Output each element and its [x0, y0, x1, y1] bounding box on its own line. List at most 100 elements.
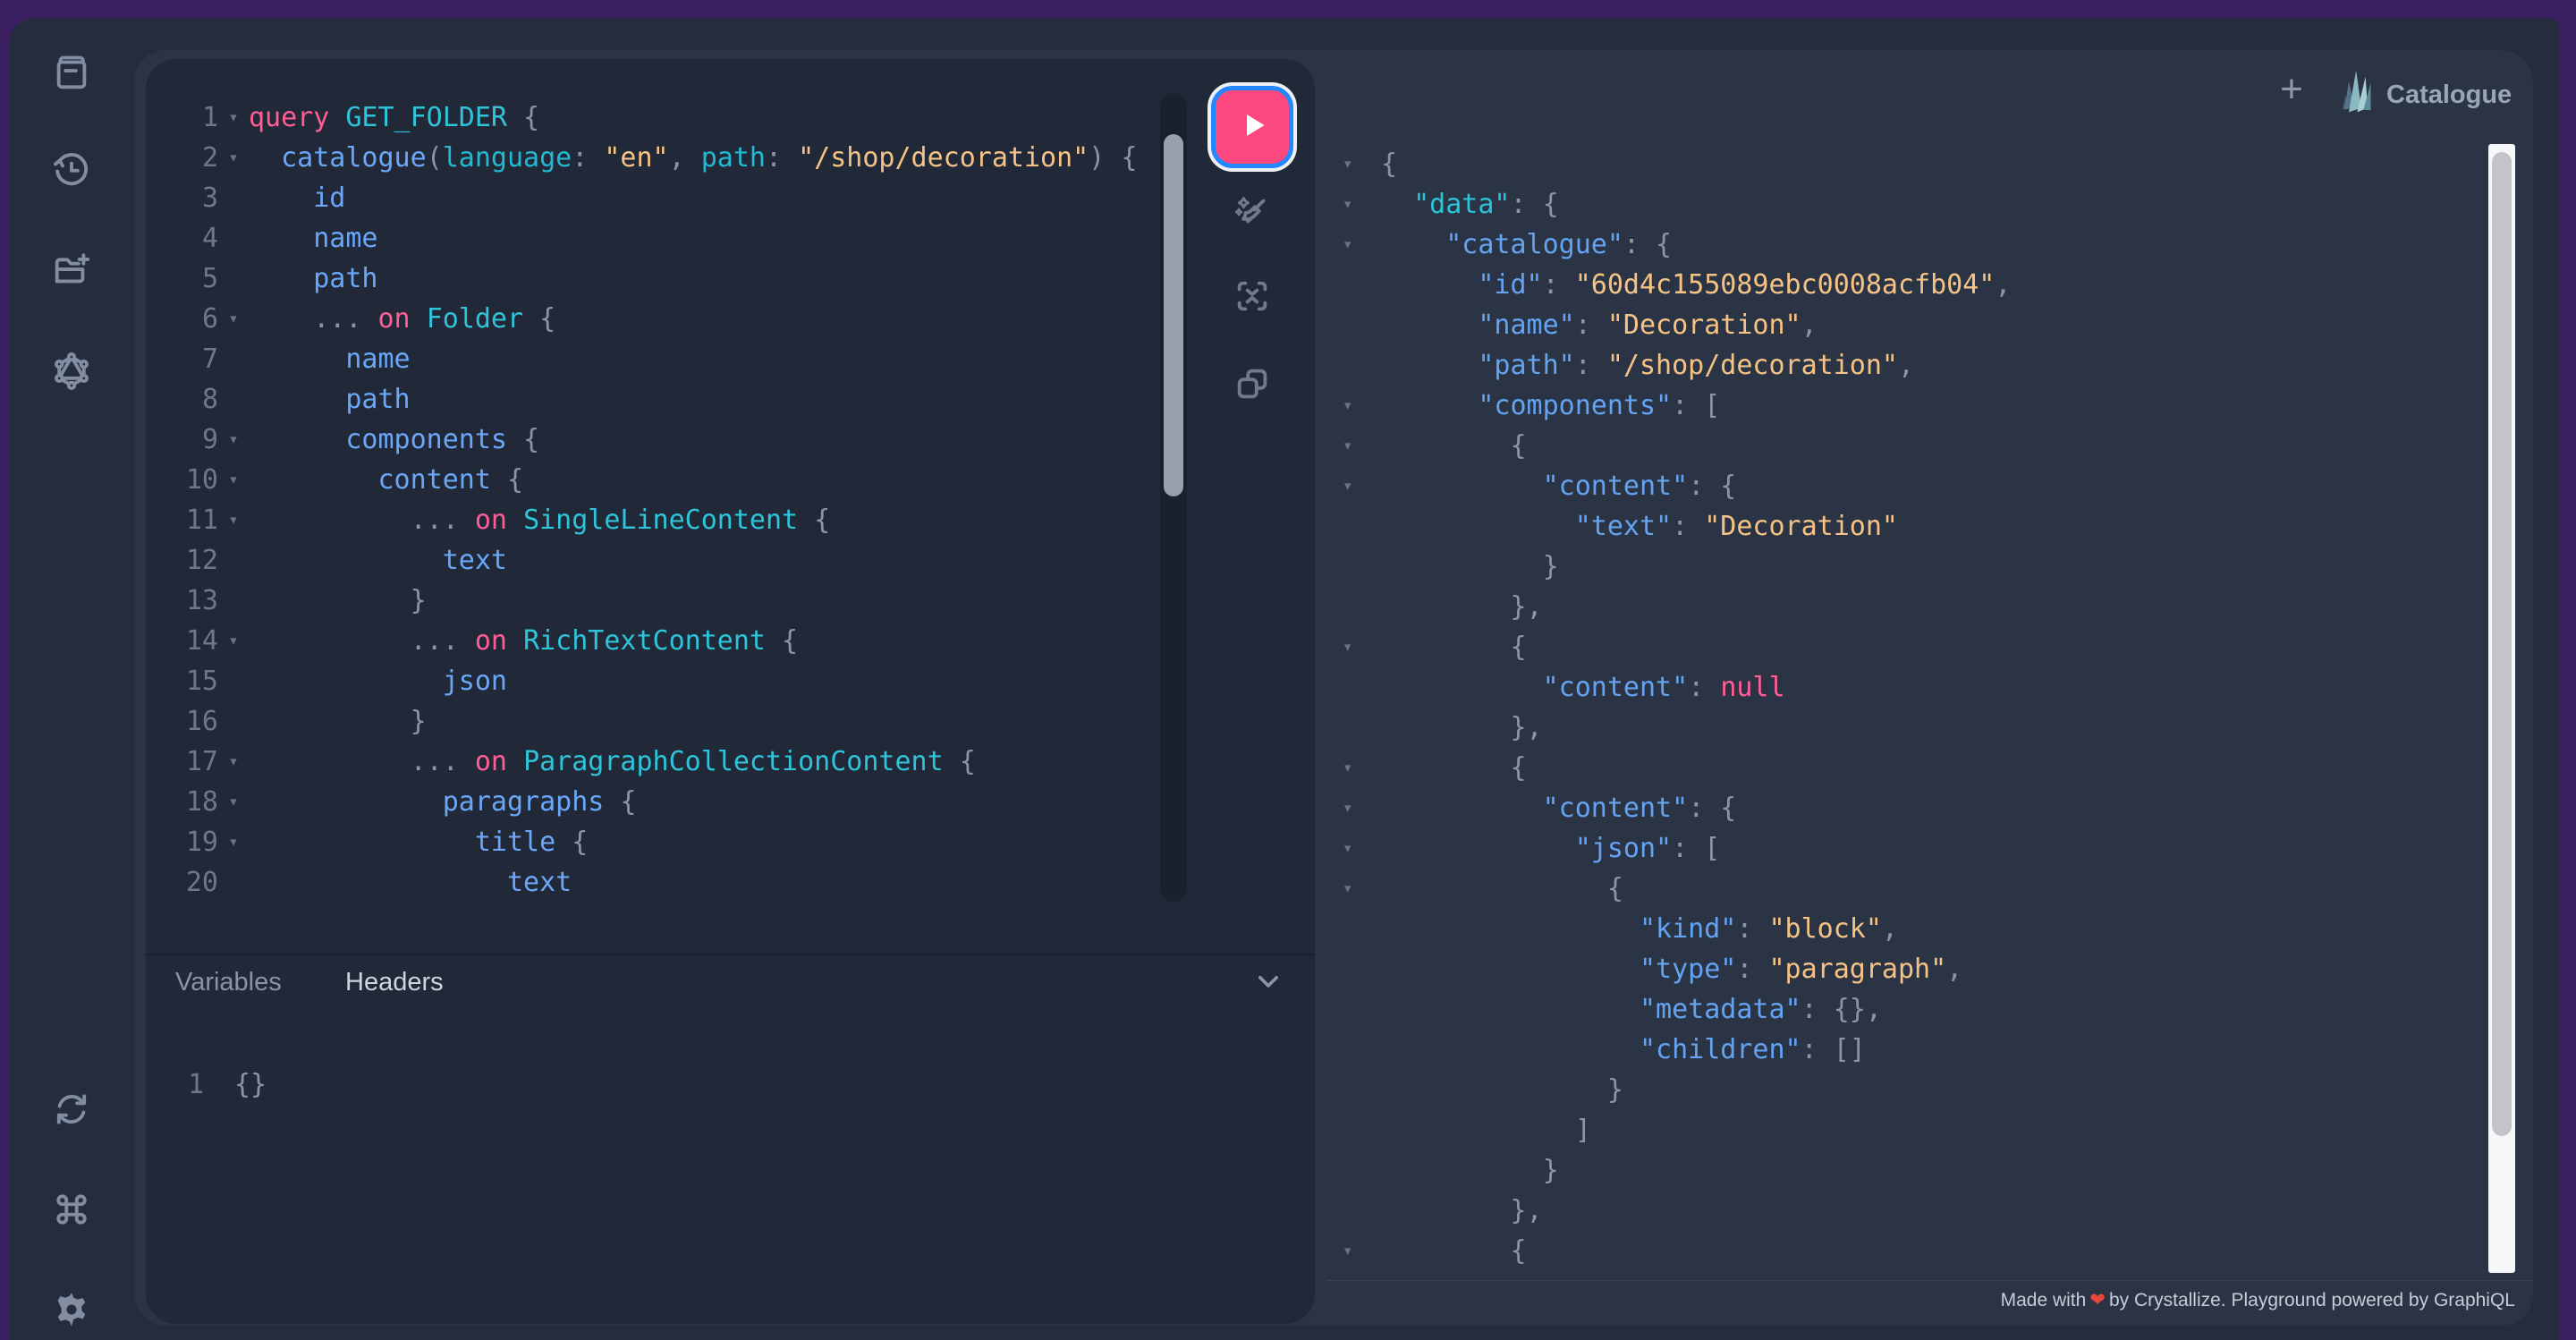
fold-toggle-icon[interactable]: ▾	[218, 621, 249, 661]
result-line[interactable]: ]	[1339, 1110, 2011, 1150]
code-line[interactable]: 15 json	[157, 661, 1137, 701]
code-line[interactable]: 1 {}	[142, 1064, 267, 1105]
line-number: 12	[185, 545, 218, 576]
result-line[interactable]: "content": null	[1339, 667, 2011, 708]
result-viewer[interactable]: ▾{▾ "data": {▾ "catalogue": { "id": "60d…	[1339, 144, 2011, 1271]
result-line[interactable]: }	[1339, 1150, 2011, 1191]
fold-toggle-icon[interactable]: ▾	[1339, 225, 1381, 265]
tab-variables[interactable]: Variables	[175, 968, 282, 997]
query-editor-scrollbar-thumb[interactable]	[1164, 134, 1183, 496]
result-line[interactable]: },	[1339, 587, 2011, 627]
fold-gutter	[1339, 667, 1381, 708]
fold-toggle-icon[interactable]: ▾	[1339, 144, 1381, 184]
new-folder-icon[interactable]	[51, 250, 92, 291]
code-line[interactable]: 13 }	[157, 581, 1137, 621]
result-line[interactable]: ▾ {	[1339, 869, 2011, 909]
fold-toggle-icon[interactable]: ▾	[218, 138, 249, 178]
fold-toggle-icon[interactable]: ▾	[1339, 627, 1381, 667]
fold-toggle-icon[interactable]: ▾	[218, 782, 249, 822]
fold-toggle-icon[interactable]: ▾	[218, 742, 249, 782]
fold-toggle-icon[interactable]: ▾	[218, 98, 249, 138]
code-text: {}	[234, 1069, 267, 1100]
result-line[interactable]: "path": "/shop/decoration",	[1339, 345, 2011, 386]
refetch-schema-icon[interactable]	[51, 1089, 92, 1130]
fold-gutter	[1339, 1150, 1381, 1191]
query-editor[interactable]: 1 ▾ query GET_FOLDER {2 ▾ catalogue(languag…	[157, 98, 1138, 903]
code-line[interactable]: 17 ▾ ... on ParagraphCollectionContent {	[157, 742, 1137, 782]
fold-toggle-icon[interactable]: ▾	[1339, 1231, 1381, 1271]
fold-toggle-icon[interactable]: ▾	[1339, 788, 1381, 828]
result-line[interactable]: ▾ {	[1339, 627, 2011, 667]
code-line[interactable]: 16 }	[157, 701, 1137, 742]
result-line[interactable]: ▾ "json": [	[1339, 828, 2011, 869]
code-line[interactable]: 10 ▾ content {	[157, 460, 1137, 500]
fold-gutter	[1339, 1110, 1381, 1150]
result-line[interactable]: ▾ "content": {	[1339, 466, 2011, 506]
fold-toggle-icon[interactable]: ▾	[218, 460, 249, 500]
result-line[interactable]: },	[1339, 1191, 2011, 1231]
keyboard-shortcuts-icon[interactable]	[51, 1189, 92, 1230]
fold-toggle-icon[interactable]: ▾	[218, 420, 249, 460]
result-line[interactable]: ▾ {	[1339, 426, 2011, 466]
chevron-down-icon[interactable]	[1250, 963, 1286, 1004]
fold-toggle-icon[interactable]: ▾	[1339, 869, 1381, 909]
result-line[interactable]: ▾ "components": [	[1339, 386, 2011, 426]
merge-fragments-icon[interactable]	[1232, 276, 1273, 317]
fold-toggle-icon[interactable]: ▾	[218, 822, 249, 862]
code-line[interactable]: 12 text	[157, 540, 1137, 581]
result-line[interactable]: "name": "Decoration",	[1339, 305, 2011, 345]
code-text: "id": "60d4c155089ebc0008acfb04",	[1478, 269, 2012, 301]
result-line[interactable]: "text": "Decoration"	[1339, 506, 2011, 547]
result-scrollbar-thumb[interactable]	[2492, 152, 2512, 1136]
code-line[interactable]: 20 text	[157, 862, 1137, 903]
code-line[interactable]: 19 ▾ title {	[157, 822, 1137, 862]
result-line[interactable]: ▾ "content": {	[1339, 788, 2011, 828]
fold-toggle-icon[interactable]: ▾	[1339, 426, 1381, 466]
code-line[interactable]: 9 ▾ components {	[157, 420, 1137, 460]
copy-query-icon[interactable]	[1232, 363, 1273, 404]
fold-toggle-icon[interactable]: ▾	[1339, 386, 1381, 426]
prettify-icon[interactable]	[1232, 191, 1273, 233]
history-icon[interactable]	[51, 149, 92, 191]
add-tab-button[interactable]: +	[2272, 70, 2311, 109]
code-text: "content": {	[1542, 793, 1737, 824]
settings-icon[interactable]	[51, 1289, 92, 1330]
result-line[interactable]: }	[1339, 547, 2011, 587]
tab-headers[interactable]: Headers	[345, 968, 444, 997]
result-line[interactable]: "metadata": {},	[1339, 989, 2011, 1030]
result-line[interactable]: ▾{	[1339, 144, 2011, 184]
result-line[interactable]: },	[1339, 708, 2011, 748]
code-line[interactable]: 8 path	[157, 379, 1137, 420]
code-line[interactable]: 7 name	[157, 339, 1137, 379]
docs-icon[interactable]	[51, 52, 92, 93]
footer-made-with: Made with	[2000, 1290, 2087, 1310]
code-line[interactable]: 18 ▾ paragraphs {	[157, 782, 1137, 822]
code-line[interactable]: 11 ▾ ... on SingleLineContent {	[157, 500, 1137, 540]
result-line[interactable]: }	[1339, 1070, 2011, 1110]
code-line[interactable]: 5 path	[157, 259, 1137, 299]
result-line[interactable]: ▾ "data": {	[1339, 184, 2011, 225]
fold-toggle-icon[interactable]: ▾	[218, 299, 249, 339]
graphql-schema-icon[interactable]	[51, 350, 92, 391]
code-line[interactable]: 3 id	[157, 178, 1137, 218]
result-line[interactable]: "type": "paragraph",	[1339, 949, 2011, 989]
result-line[interactable]: ▾ {	[1339, 748, 2011, 788]
code-line[interactable]: 6 ▾ ... on Folder {	[157, 299, 1137, 339]
fold-toggle-icon[interactable]: ▾	[1339, 466, 1381, 506]
code-line[interactable]: 1 ▾ query GET_FOLDER {	[157, 98, 1137, 138]
code-text: {	[1510, 632, 1527, 663]
execute-query-button[interactable]	[1211, 86, 1293, 168]
code-line[interactable]: 14 ▾ ... on RichTextContent {	[157, 621, 1137, 661]
fold-toggle-icon[interactable]: ▾	[1339, 184, 1381, 225]
fold-toggle-icon[interactable]: ▾	[1339, 828, 1381, 869]
result-line[interactable]: "children": []	[1339, 1030, 2011, 1070]
code-line[interactable]: 4 name	[157, 218, 1137, 259]
secondary-editor[interactable]: 1 {}	[142, 1064, 267, 1105]
fold-toggle-icon[interactable]: ▾	[218, 500, 249, 540]
code-line[interactable]: 2 ▾ catalogue(language: "en", path: "/sho…	[157, 138, 1137, 178]
fold-toggle-icon[interactable]: ▾	[1339, 748, 1381, 788]
result-line[interactable]: "kind": "block",	[1339, 909, 2011, 949]
result-line[interactable]: ▾ "catalogue": {	[1339, 225, 2011, 265]
result-line[interactable]: "id": "60d4c155089ebc0008acfb04",	[1339, 265, 2011, 305]
result-line[interactable]: ▾ {	[1339, 1231, 2011, 1271]
